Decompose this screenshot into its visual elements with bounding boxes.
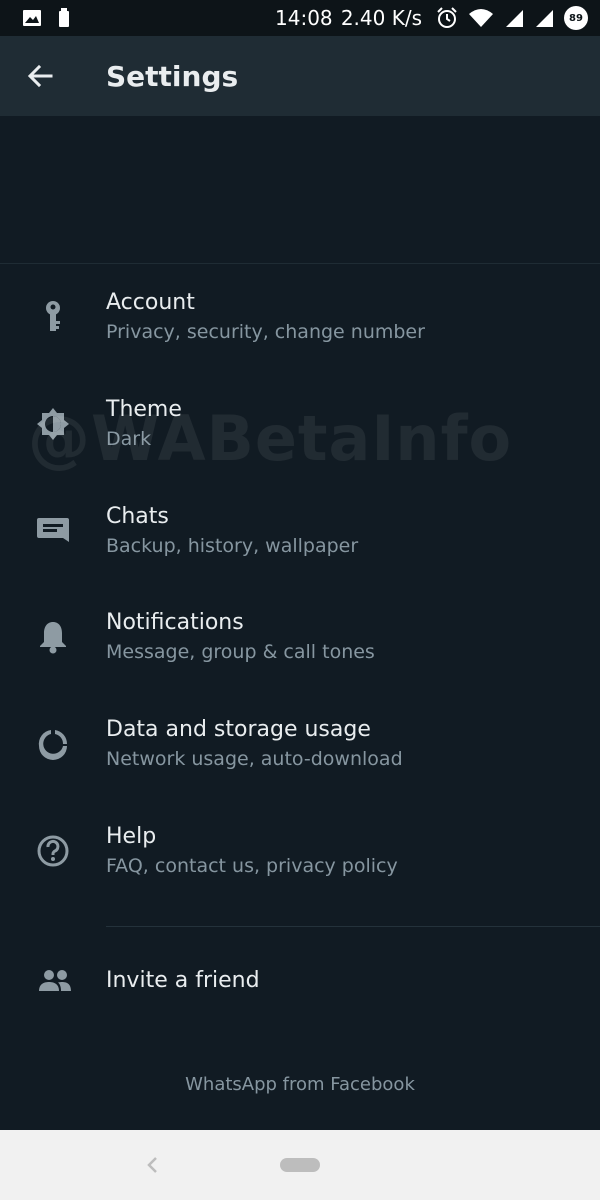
settings-item-data-storage[interactable]: Data and storage usage Network usage, au… <box>0 691 600 798</box>
settings-item-subtitle: Dark <box>106 428 152 451</box>
settings-list: Account Privacy, security, change number… <box>0 264 600 904</box>
settings-item-chats[interactable]: Chats Backup, history, wallpaper <box>0 477 600 584</box>
page-title: Settings <box>106 59 239 93</box>
settings-item-subtitle: FAQ, contact us, privacy policy <box>106 854 398 877</box>
settings-item-title: Theme <box>106 397 182 423</box>
settings-item-title: Data and storage usage <box>106 717 371 743</box>
invite-friend-label: Invite a friend <box>106 968 260 993</box>
wifi-icon <box>469 9 493 27</box>
settings-item-subtitle: Backup, history, wallpaper <box>106 534 359 557</box>
signal-icon <box>506 10 523 27</box>
settings-item-notifications[interactable]: Notifications Message, group & call tone… <box>0 584 600 691</box>
back-button[interactable] <box>0 36 80 116</box>
settings-item-help[interactable]: Help FAQ, contact us, privacy policy <box>0 797 600 904</box>
arrow-left-icon <box>27 64 53 88</box>
settings-item-title: Chats <box>106 503 169 529</box>
people-icon <box>34 960 76 1002</box>
data-usage-icon <box>32 723 74 765</box>
settings-item-subtitle: Network usage, auto-download <box>106 748 403 771</box>
nav-home-button[interactable] <box>280 1158 320 1172</box>
settings-item-title: Help <box>106 823 157 849</box>
app-bar: Settings <box>0 36 600 116</box>
battery-saver-icon <box>59 8 69 27</box>
footer-text: WhatsApp from Facebook <box>185 1074 415 1095</box>
settings-item-title: Account <box>106 290 195 316</box>
settings-item-subtitle: Privacy, security, change number <box>106 321 425 344</box>
status-time: 14:08 <box>275 6 333 30</box>
settings-item-theme[interactable]: Theme Dark <box>0 371 600 478</box>
alarm-icon <box>437 7 457 28</box>
system-nav-bar <box>0 1130 600 1200</box>
network-speed: 2.40 K/s <box>340 6 422 30</box>
divider <box>106 926 600 927</box>
settings-item-subtitle: Message, group & call tones <box>106 641 375 664</box>
nav-back-icon[interactable] <box>140 1150 164 1180</box>
invite-friend-button[interactable]: Invite a friend <box>0 944 600 1018</box>
help-icon <box>32 830 74 872</box>
image-icon <box>23 10 41 26</box>
profile-area[interactable] <box>0 116 600 264</box>
bell-icon <box>32 616 74 658</box>
settings-item-title: Notifications <box>106 610 244 636</box>
settings-item-account[interactable]: Account Privacy, security, change number <box>0 264 600 371</box>
chat-icon <box>32 510 74 552</box>
theme-icon <box>32 403 74 445</box>
signal-icon-2 <box>536 10 553 27</box>
key-icon <box>32 296 74 338</box>
battery-indicator: 89 <box>564 6 588 30</box>
status-bar: 14:08 2.40 K/s 89 <box>0 0 600 36</box>
